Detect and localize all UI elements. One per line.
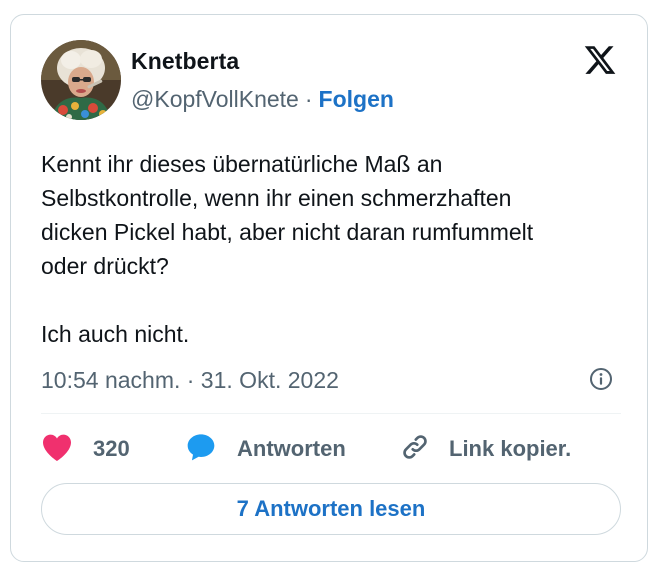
action-bar: 320 Antworten Link kopier.: [41, 429, 621, 469]
author-handle[interactable]: @KopfVollKnete: [131, 86, 299, 112]
copy-link-label: Link kopier.: [449, 436, 572, 461]
tweet-timestamp[interactable]: 10:54 nachm. · 31. Okt. 2022: [41, 367, 339, 394]
reply-label: Antworten: [237, 436, 346, 461]
x-logo-icon[interactable]: [583, 43, 617, 77]
speech-bubble-icon: [185, 431, 217, 468]
avatar-image: [41, 40, 121, 120]
divider: [41, 413, 621, 414]
separator-dot: ·: [304, 86, 313, 112]
info-icon[interactable]: [589, 367, 613, 391]
read-replies-button[interactable]: 7 Antworten lesen: [41, 483, 621, 535]
author-name[interactable]: Knetberta: [131, 48, 239, 75]
author-meta: @KopfVollKnete · Folgen: [131, 86, 394, 113]
follow-button[interactable]: Folgen: [319, 86, 394, 112]
tweet-text: Kennt ihr dieses übernatürliche Maß an S…: [41, 151, 534, 347]
copy-link-button[interactable]: Link kopier.: [399, 429, 571, 469]
reply-button[interactable]: Antworten: [185, 429, 346, 469]
heart-icon: [41, 432, 73, 467]
avatar[interactable]: [41, 40, 121, 120]
like-count: 320: [93, 436, 130, 461]
link-icon: [399, 431, 431, 468]
tweet-card: Knetberta @KopfVollKnete · Folgen Kennt ih…: [10, 14, 648, 562]
like-button[interactable]: 320: [41, 429, 130, 469]
